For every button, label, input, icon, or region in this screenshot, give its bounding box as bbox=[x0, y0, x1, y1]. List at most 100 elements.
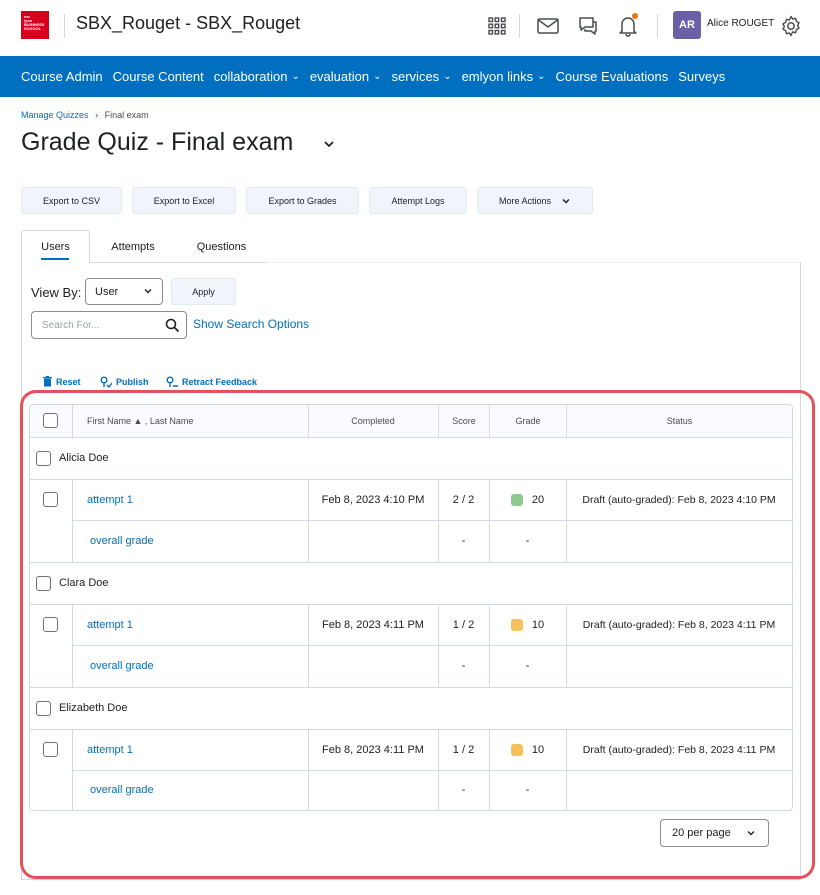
tab-questions[interactable]: Questions bbox=[175, 230, 268, 263]
mail-icon[interactable] bbox=[536, 14, 560, 38]
more-actions-button[interactable]: More Actions bbox=[477, 187, 593, 214]
view-by-select[interactable]: User bbox=[85, 278, 163, 305]
publish-icon bbox=[100, 376, 112, 388]
nav-label: Course Evaluations bbox=[555, 69, 669, 84]
nav-course-content[interactable]: Course Content bbox=[113, 69, 204, 84]
score-value: 1 / 2 bbox=[452, 618, 475, 631]
school-logo[interactable]: em lyon BUSINESS SCHOOL bbox=[21, 11, 49, 39]
user-name: Elizabeth Doe bbox=[59, 702, 128, 714]
status-text: Draft (auto-graded): Feb 8, 2023 4:10 PM bbox=[582, 493, 776, 506]
breadcrumb-current: Final exam bbox=[104, 110, 149, 120]
grid-apps-icon[interactable] bbox=[485, 14, 509, 38]
overall-grade: - bbox=[525, 535, 530, 547]
col-divider bbox=[438, 405, 439, 437]
overall-grade-link[interactable]: overall grade bbox=[90, 645, 154, 687]
attempt-link[interactable]: attempt 1 bbox=[87, 604, 133, 645]
row-divider bbox=[72, 770, 792, 771]
export-csv-button[interactable]: Export to CSV bbox=[21, 187, 122, 214]
nav-label: Course Admin bbox=[21, 69, 103, 84]
divider bbox=[657, 14, 658, 38]
search-icon[interactable] bbox=[165, 318, 180, 333]
divider bbox=[64, 14, 65, 38]
row-divider bbox=[30, 437, 792, 438]
attempt-checkbox[interactable] bbox=[43, 729, 58, 770]
breadcrumb-separator: › bbox=[95, 110, 99, 120]
attempt-link[interactable]: attempt 1 bbox=[87, 479, 133, 520]
export-grades-button[interactable]: Export to Grades bbox=[246, 187, 359, 214]
publish-button[interactable]: Publish bbox=[100, 376, 149, 388]
status-text: Draft (auto-graded): Feb 8, 2023 4:11 PM bbox=[582, 743, 776, 756]
user-checkbox[interactable] bbox=[36, 575, 51, 591]
select-all-checkbox[interactable] bbox=[43, 413, 58, 428]
chevron-down-icon: ⌄ bbox=[537, 71, 546, 82]
chat-icon[interactable] bbox=[576, 14, 600, 38]
user-name[interactable]: Alice ROUGET bbox=[707, 18, 774, 29]
nav-evaluation[interactable]: evaluation ⌄ bbox=[310, 69, 382, 84]
row-divider bbox=[72, 520, 792, 521]
col-divider bbox=[308, 405, 309, 437]
attempt-checkbox[interactable] bbox=[43, 479, 58, 520]
user-group-row: Elizabeth Doe bbox=[36, 687, 128, 729]
nav-services[interactable]: services ⌄ bbox=[392, 69, 452, 84]
publish-label: Publish bbox=[116, 377, 149, 387]
completed-date: Feb 8, 2023 4:11 PM bbox=[322, 743, 424, 756]
nav-course-evaluations[interactable]: Course Evaluations bbox=[556, 69, 669, 84]
attempt-logs-button[interactable]: Attempt Logs bbox=[369, 187, 467, 214]
breadcrumb-manage-quizzes[interactable]: Manage Quizzes bbox=[21, 110, 89, 120]
gear-icon[interactable] bbox=[779, 14, 803, 38]
grade-indicator-icon bbox=[510, 743, 523, 756]
grade-indicator-icon bbox=[510, 493, 523, 506]
nav-collaboration[interactable]: collaboration ⌄ bbox=[214, 69, 300, 84]
retract-feedback-button[interactable]: Retract Feedback bbox=[166, 376, 257, 388]
reset-button[interactable]: Reset bbox=[43, 376, 81, 387]
chevron-down-icon[interactable] bbox=[322, 137, 336, 156]
row-divider bbox=[30, 687, 792, 688]
overall-score: - bbox=[461, 660, 466, 672]
chevron-down-icon bbox=[562, 198, 570, 204]
col-divider bbox=[72, 729, 73, 811]
page-title: Grade Quiz - Final exam bbox=[21, 128, 294, 156]
nav-course-admin[interactable]: Course Admin bbox=[21, 69, 103, 84]
user-group-row: Alicia Doe bbox=[36, 437, 109, 479]
tab-attempts[interactable]: Attempts bbox=[91, 230, 175, 263]
col-divider bbox=[72, 604, 73, 687]
overall-grade-link[interactable]: overall grade bbox=[90, 770, 154, 810]
user-checkbox[interactable] bbox=[36, 450, 51, 466]
col-divider bbox=[566, 405, 567, 437]
search-placeholder: Search For... bbox=[42, 319, 100, 331]
active-tab-indicator bbox=[41, 258, 69, 260]
view-by-value: User bbox=[95, 285, 119, 298]
col-divider bbox=[72, 405, 73, 437]
export-excel-button[interactable]: Export to Excel bbox=[132, 187, 236, 214]
overall-grade: - bbox=[525, 660, 530, 672]
col-header-score: Score bbox=[452, 416, 476, 426]
overall-grade-link[interactable]: overall grade bbox=[90, 520, 154, 562]
apply-button[interactable]: Apply bbox=[171, 278, 236, 305]
overall-score: - bbox=[461, 784, 466, 796]
nav-label: Course Content bbox=[112, 69, 204, 84]
attempt-checkbox[interactable] bbox=[43, 604, 58, 645]
search-input[interactable]: Search For... bbox=[31, 311, 187, 339]
course-title[interactable]: SBX_Rouget - SBX_Rouget bbox=[76, 13, 300, 34]
col-header-completed: Completed bbox=[351, 416, 395, 426]
nav-surveys[interactable]: Surveys bbox=[678, 69, 725, 84]
show-search-options-link[interactable]: Show Search Options bbox=[193, 317, 309, 331]
chevron-down-icon bbox=[144, 289, 152, 294]
overall-score: - bbox=[461, 535, 466, 547]
user-group-row: Clara Doe bbox=[36, 562, 109, 604]
retract-icon bbox=[166, 376, 178, 387]
col-divider bbox=[72, 479, 73, 562]
more-actions-label: More Actions bbox=[498, 195, 552, 206]
notification-dot bbox=[632, 13, 638, 19]
user-checkbox[interactable] bbox=[36, 700, 51, 716]
retract-label: Retract Feedback bbox=[182, 377, 258, 387]
nav-label: collaboration bbox=[213, 69, 288, 84]
nav-emlyon-links[interactable]: emlyon links ⌄ bbox=[462, 69, 546, 84]
nav-label: evaluation bbox=[309, 69, 370, 84]
nav-label: Surveys bbox=[678, 69, 726, 84]
logo-text: SCHOOL bbox=[24, 26, 42, 31]
attempt-link[interactable]: attempt 1 bbox=[87, 729, 133, 770]
per-page-select[interactable]: 20 per page bbox=[660, 819, 769, 847]
avatar[interactable]: AR bbox=[673, 11, 701, 39]
col-header-name[interactable]: First Name ▲ , Last Name bbox=[87, 405, 307, 437]
